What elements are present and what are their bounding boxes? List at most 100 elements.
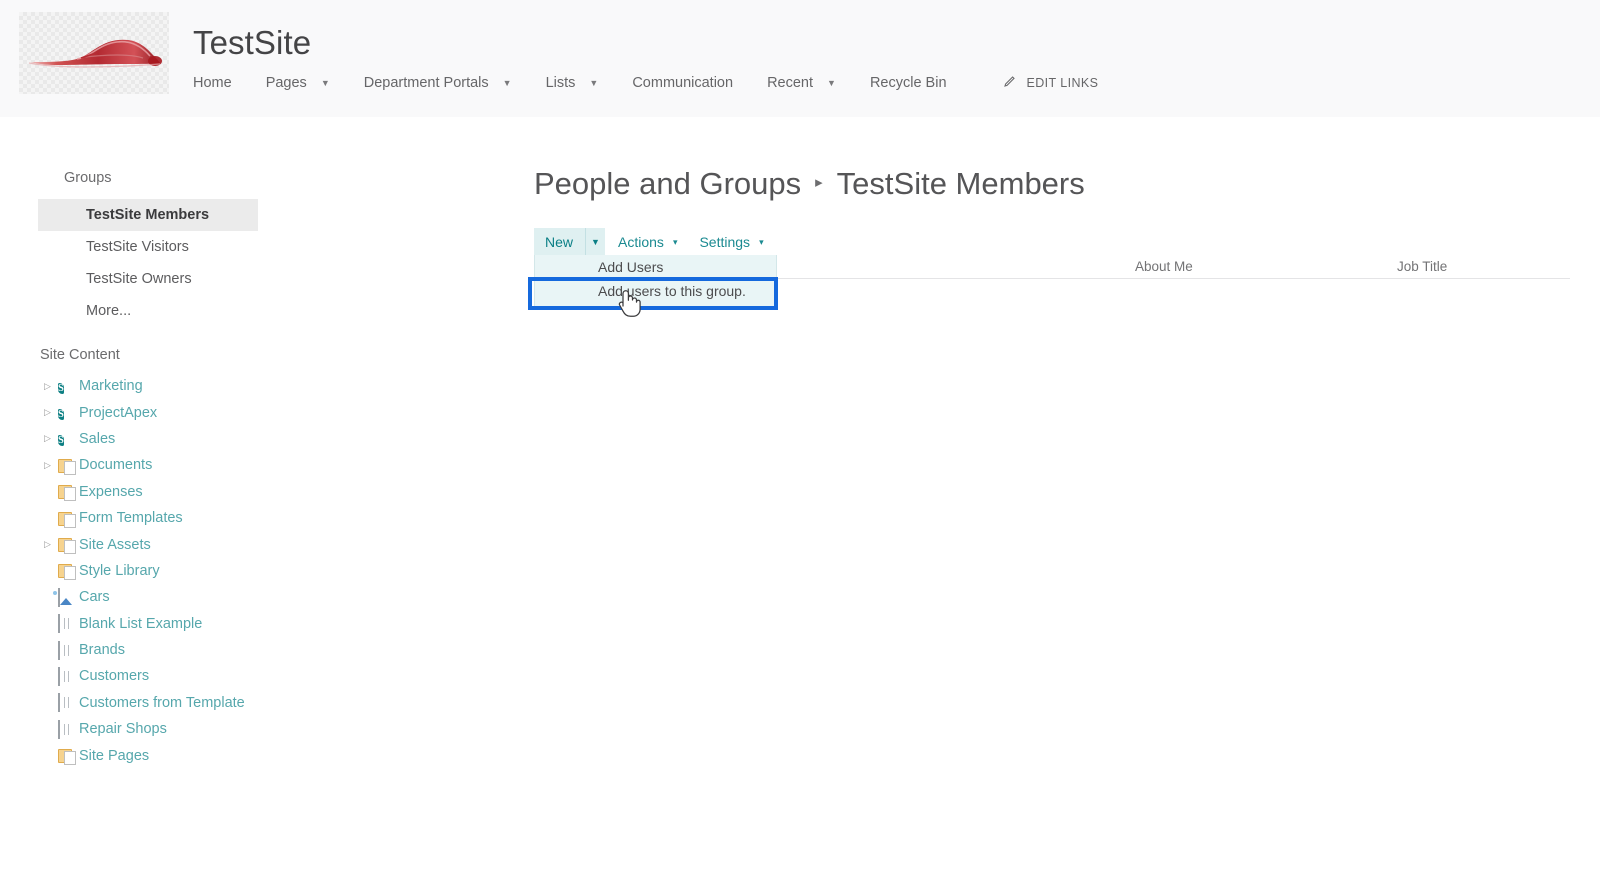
chevron-down-icon[interactable]: ▼: [585, 228, 605, 255]
expand-triangle-icon[interactable]: ▷: [40, 407, 58, 418]
tree-item-label: Blank List Example: [79, 615, 203, 632]
tree-item-customers[interactable]: Customers: [40, 663, 370, 689]
tree-item-label: Site Assets: [79, 536, 151, 553]
tree-item-label: Marketing: [79, 378, 143, 395]
group-item-label: More...: [86, 303, 132, 319]
tree-item-repair-shops[interactable]: Repair Shops: [40, 716, 370, 742]
edit-links-label: EDIT LINKS: [1026, 76, 1099, 90]
tree-item-site-assets[interactable]: ▷ Site Assets: [40, 531, 370, 557]
sidebar-item-testsite-visitors[interactable]: TestSite Visitors: [38, 231, 258, 263]
tree-item-brands[interactable]: Brands: [40, 637, 370, 663]
expand-triangle-icon[interactable]: ▷: [40, 539, 58, 550]
list-icon: [58, 719, 78, 739]
tree-item-label: Documents: [79, 457, 153, 474]
nav-item-label: Pages: [265, 75, 307, 91]
tree-item-expenses[interactable]: Expenses: [40, 479, 370, 505]
nav-item-communication[interactable]: Communication: [632, 75, 733, 91]
breadcrumb-parent[interactable]: People and Groups: [534, 166, 801, 202]
tree-item-label: Site Pages: [79, 747, 150, 764]
chevron-down-icon[interactable]: ▼: [321, 78, 330, 88]
tree-item-customers-from-template[interactable]: Customers from Template: [40, 690, 370, 716]
sidebar-item-more[interactable]: More...: [38, 295, 258, 327]
tree-item-site-pages[interactable]: Site Pages: [40, 742, 370, 768]
picture-library-icon: [58, 587, 78, 607]
sidebar-item-testsite-members[interactable]: TestSite Members: [38, 199, 258, 231]
tree-item-documents[interactable]: ▷ Documents: [40, 452, 370, 478]
new-button-group[interactable]: New ▼: [534, 228, 606, 255]
group-item-label: TestSite Visitors: [86, 239, 189, 255]
group-item-label: TestSite Owners: [86, 271, 192, 287]
site-content-tree: ▷ S Marketing ▷ S ProjectApex ▷ S Sales …: [40, 373, 370, 769]
breadcrumb: People and Groups ▸ TestSite Members: [534, 166, 1085, 202]
page-title: TestSite Members: [836, 166, 1085, 201]
nav-item-label: Department Portals: [363, 75, 489, 91]
list-icon: [58, 640, 78, 660]
top-navigation: Home Pages ▼ Department Portals ▼ Lists …: [193, 68, 1098, 98]
sharepoint-site-icon: S: [58, 435, 64, 447]
nav-item-recent[interactable]: Recent ▼: [767, 75, 836, 91]
tree-item-cars[interactable]: Cars: [40, 584, 370, 610]
chevron-down-icon[interactable]: ▼: [589, 78, 598, 88]
nav-item-label: Lists: [545, 75, 576, 91]
tree-item-label: Cars: [79, 589, 110, 606]
left-sidebar: Groups TestSite Members TestSite Visitor…: [0, 117, 480, 888]
actions-menu-button[interactable]: Actions ▾: [605, 228, 686, 255]
column-header-job-title[interactable]: Job Title: [1397, 259, 1447, 274]
nav-item-home[interactable]: Home: [193, 75, 232, 91]
settings-menu-button[interactable]: Settings ▾: [686, 228, 772, 255]
breadcrumb-separator-icon: ▸: [815, 174, 823, 191]
settings-label: Settings: [699, 233, 751, 250]
tree-item-blank-list-example[interactable]: Blank List Example: [40, 611, 370, 637]
car-silhouette-logo-icon: [28, 39, 162, 68]
group-item-label: TestSite Members: [86, 207, 210, 223]
list-toolbar: New ▼ Actions ▾ Settings ▾: [534, 228, 773, 255]
sidebar-item-testsite-owners[interactable]: TestSite Owners: [38, 263, 258, 295]
new-button[interactable]: New: [534, 228, 585, 255]
menu-item-add-users-to-this-group[interactable]: Add users to this group.: [535, 279, 776, 303]
document-library-icon: [58, 457, 78, 474]
site-logo[interactable]: [19, 12, 169, 94]
expand-triangle-icon[interactable]: ▷: [40, 460, 58, 471]
actions-label: Actions: [618, 233, 664, 250]
list-icon: [58, 666, 78, 686]
nav-item-label: Recycle Bin: [869, 75, 947, 91]
site-content-heading: Site Content: [40, 347, 120, 363]
tree-item-label: Repair Shops: [79, 721, 167, 738]
tree-item-sales[interactable]: ▷ S Sales: [40, 426, 370, 452]
site-header: TestSite Home Pages ▼ Department Portals…: [0, 0, 1600, 117]
tree-item-style-library[interactable]: Style Library: [40, 558, 370, 584]
tree-item-marketing[interactable]: ▷ S Marketing: [40, 373, 370, 399]
list-icon: [58, 693, 78, 713]
expand-triangle-icon[interactable]: ▷: [40, 381, 58, 392]
chevron-down-icon: ▾: [759, 237, 764, 247]
groups-list: TestSite Members TestSite Visitors TestS…: [38, 199, 258, 327]
tree-item-projectapex[interactable]: ▷ S ProjectApex: [40, 399, 370, 425]
tree-item-label: Customers from Template: [79, 694, 245, 711]
new-dropdown-menu: Add Users Add users to this group.: [534, 255, 777, 307]
nav-item-lists[interactable]: Lists ▼: [546, 75, 599, 91]
site-title[interactable]: TestSite: [193, 24, 311, 62]
main-content: People and Groups ▸ TestSite Members Abo…: [480, 117, 1600, 888]
tree-item-label: Style Library: [79, 562, 160, 579]
document-library-icon: [58, 747, 78, 764]
expand-triangle-icon[interactable]: ▷: [40, 433, 58, 444]
tree-item-label: Brands: [79, 642, 125, 659]
edit-links-button[interactable]: EDIT LINKS: [1003, 75, 1099, 91]
chevron-down-icon: ▾: [672, 237, 678, 247]
tree-item-form-templates[interactable]: Form Templates: [40, 505, 370, 531]
nav-item-pages[interactable]: Pages ▼: [266, 75, 330, 91]
chevron-down-icon[interactable]: ▼: [503, 78, 512, 88]
chevron-down-icon[interactable]: ▼: [827, 78, 836, 88]
tree-item-label: Form Templates: [79, 510, 183, 527]
column-header-about-me[interactable]: About Me: [1135, 259, 1193, 274]
tree-item-label: Customers: [79, 668, 150, 685]
document-library-icon: [58, 483, 78, 500]
sharepoint-site-icon: S: [58, 382, 64, 394]
nav-item-recycle-bin[interactable]: Recycle Bin: [870, 75, 947, 91]
nav-item-department-portals[interactable]: Department Portals ▼: [364, 75, 512, 91]
